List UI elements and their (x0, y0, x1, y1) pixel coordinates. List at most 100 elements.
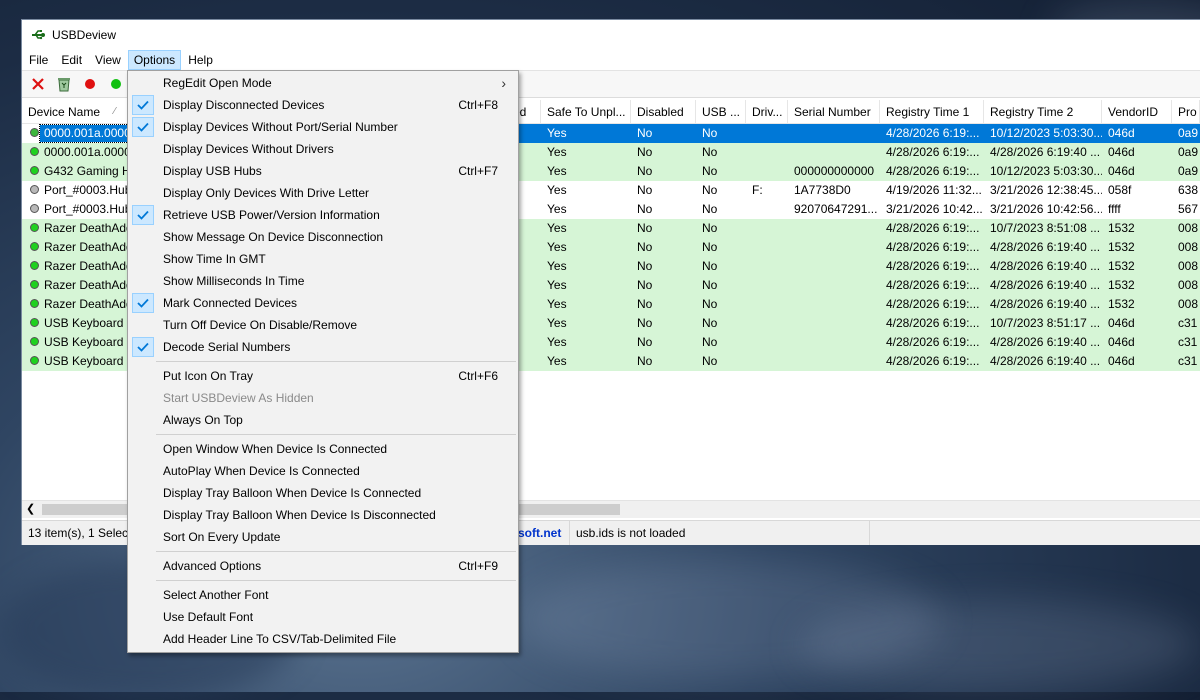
column-header-label: Registry Time 2 (990, 104, 1074, 119)
table-cell-usb: No (702, 240, 718, 254)
device-name-cell: Port_#0003.Hub (44, 202, 132, 216)
menu-item-display-only-devices-with-drive-letter[interactable]: Display Only Devices With Drive Letter (130, 182, 516, 204)
menu-item-label: Display Tray Balloon When Device Is Disc… (163, 508, 436, 522)
menu-item-autoplay-when-device-is-connected[interactable]: AutoPlay When Device Is Connected (130, 460, 516, 482)
menu-item-mark-connected-devices[interactable]: Mark Connected Devices (130, 292, 516, 314)
table-cell-disabled: No (637, 316, 653, 330)
table-cell-rt2: 4/28/2026 6:19:40 ... (990, 145, 1101, 159)
recycle-icon[interactable] (54, 74, 74, 94)
menu-item-label: Display USB Hubs (163, 164, 262, 178)
column-header[interactable]: Serial Number (788, 100, 880, 124)
table-cell-disabled: No (637, 183, 653, 197)
menu-item-show-time-in-gmt[interactable]: Show Time In GMT (130, 248, 516, 270)
table-cell-disabled: No (637, 354, 653, 368)
menu-item-use-default-font[interactable]: Use Default Font (130, 606, 516, 628)
menu-file[interactable]: File (23, 50, 54, 70)
table-cell-disabled: No (637, 221, 653, 235)
column-header[interactable]: Safe To Unpl... (541, 100, 631, 124)
table-cell-disabled: No (637, 335, 653, 349)
menu-item-decode-serial-numbers[interactable]: Decode Serial Numbers (130, 336, 516, 358)
menu-item-regedit-open-mode[interactable]: RegEdit Open Mode › (130, 72, 516, 94)
menu-item-display-disconnected-devices[interactable]: Display Disconnected Devices Ctrl+F8 (130, 94, 516, 116)
menu-item-label: Advanced Options (163, 559, 262, 573)
device-name-cell: USB Keyboard (44, 316, 124, 330)
table-cell-serial (788, 314, 880, 333)
table-cell-safe: Yes (547, 145, 567, 159)
menu-item-select-another-font[interactable]: Select Another Font (130, 584, 516, 606)
menu-item-show-milliseconds-in-time[interactable]: Show Milliseconds In Time (130, 270, 516, 292)
column-header[interactable]: Registry Time 2 (984, 100, 1102, 124)
column-header[interactable]: VendorID (1102, 100, 1172, 124)
menu-item-always-on-top[interactable]: Always On Top (130, 409, 516, 431)
menu-item-label: Select Another Font (163, 588, 269, 602)
table-cell-usb: No (702, 297, 718, 311)
column-header[interactable]: Driv... (746, 100, 788, 124)
table-cell-vid: 046d (1108, 164, 1135, 178)
table-cell-serial (788, 124, 880, 143)
scroll-left-icon[interactable]: ❮ (26, 501, 35, 518)
menu-item-label: RegEdit Open Mode (163, 76, 272, 90)
table-cell-usb: No (702, 221, 718, 235)
menu-item-advanced-options[interactable]: Advanced Options Ctrl+F9 (130, 555, 516, 577)
table-cell-rt1: 4/28/2026 6:19:... (886, 221, 980, 235)
menu-separator (156, 551, 516, 552)
menu-item-open-window-when-device-is-connected[interactable]: Open Window When Device Is Connected (130, 438, 516, 460)
menu-item-display-devices-without-drivers[interactable]: Display Devices Without Drivers (130, 138, 516, 160)
column-header[interactable]: Registry Time 1 (880, 100, 984, 124)
device-status-icon (30, 280, 39, 289)
menu-item-add-header-line-to-csv-tab-delimited-file[interactable]: Add Header Line To CSV/Tab-Delimited Fil… (130, 628, 516, 650)
menu-item-display-usb-hubs[interactable]: Display USB Hubs Ctrl+F7 (130, 160, 516, 182)
menu-item-start-usbdeview-as-hidden: Start USBDeview As Hidden (130, 387, 516, 409)
table-cell-vid: 046d (1108, 126, 1135, 140)
device-name-cell: USB Keyboard (44, 335, 124, 349)
menu-item-shortcut: Ctrl+F8 (458, 98, 498, 112)
red-dot-icon[interactable] (80, 74, 100, 94)
table-cell-rt1: 4/19/2026 11:32... (886, 183, 982, 197)
device-status-icon (30, 128, 39, 137)
column-header[interactable]: Pro (1172, 100, 1200, 124)
menu-item-turn-off-device-on-disable-remove[interactable]: Turn Off Device On Disable/Remove (130, 314, 516, 336)
menu-options[interactable]: Options (127, 50, 182, 70)
table-cell-vid: 046d (1108, 145, 1135, 159)
menu-view[interactable]: View (89, 50, 127, 70)
table-cell-rt1: 4/28/2026 6:19:... (886, 126, 980, 140)
menu-item-display-tray-balloon-when-device-is-connected[interactable]: Display Tray Balloon When Device Is Conn… (130, 482, 516, 504)
table-cell-serial (788, 257, 880, 276)
menu-item-label: Always On Top (163, 413, 243, 427)
column-header[interactable]: Device Name ⁄ (22, 100, 140, 124)
menu-item-show-message-on-device-disconnection[interactable]: Show Message On Device Disconnection (130, 226, 516, 248)
table-cell-pid: 008 (1178, 297, 1199, 311)
table-cell-rt2: 10/7/2023 8:51:08 ... (990, 221, 1101, 235)
table-cell-rt2: 4/28/2026 6:19:40 ... (990, 240, 1101, 254)
menu-item-display-devices-without-port-serial-number[interactable]: Display Devices Without Port/Serial Numb… (130, 116, 516, 138)
checkmark-icon (132, 337, 154, 357)
device-status-icon (30, 147, 39, 156)
remove-x-icon[interactable] (28, 74, 48, 94)
menu-help[interactable]: Help (182, 50, 219, 70)
device-name-cell: Razer DeathAdd (44, 278, 133, 292)
table-cell-pid: 638 (1178, 183, 1199, 197)
column-header-label: Serial Number (794, 104, 871, 119)
status-link[interactable]: soft.net (518, 521, 561, 545)
menu-item-put-icon-on-tray[interactable]: Put Icon On Tray Ctrl+F6 (130, 365, 516, 387)
table-cell-safe: Yes (547, 221, 567, 235)
table-cell-rt2: 4/28/2026 6:19:40 ... (990, 354, 1101, 368)
device-status-icon (30, 166, 39, 175)
menu-separator (156, 580, 516, 581)
table-cell-serial (788, 333, 880, 352)
table-cell-rt2: 4/28/2026 6:19:40 ... (990, 297, 1101, 311)
menu-edit[interactable]: Edit (55, 50, 88, 70)
column-header[interactable]: USB ... (696, 100, 746, 124)
table-cell-vid: 046d (1108, 335, 1135, 349)
options-menu-dropdown: RegEdit Open Mode › Display Disconnected D… (127, 70, 519, 653)
table-cell-serial: 92070647291... (794, 202, 878, 216)
menu-item-sort-on-every-update[interactable]: Sort On Every Update (130, 526, 516, 548)
table-cell-pid: 0a9 (1178, 164, 1199, 178)
column-header[interactable]: Disabled (631, 100, 696, 124)
column-header-label: Disabled (637, 104, 684, 119)
menu-item-retrieve-usb-power-version-information[interactable]: Retrieve USB Power/Version Information (130, 204, 516, 226)
table-cell-rt2: 10/12/2023 5:03:30... (990, 126, 1102, 140)
green-dot-icon[interactable] (106, 74, 126, 94)
column-header-label: Registry Time 1 (886, 104, 970, 119)
menu-item-display-tray-balloon-when-device-is-disconnected[interactable]: Display Tray Balloon When Device Is Disc… (130, 504, 516, 526)
